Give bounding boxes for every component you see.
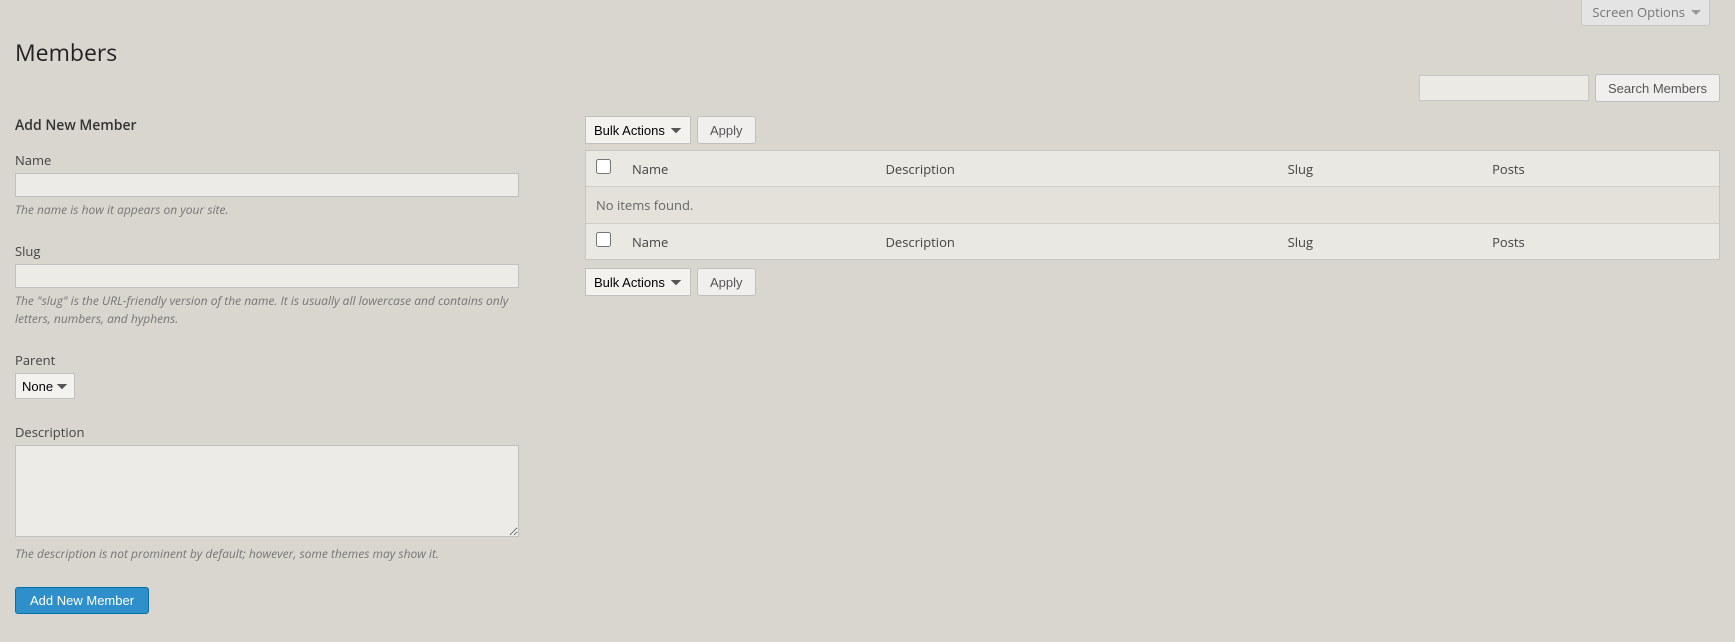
add-new-member-button[interactable]: Add New Member	[15, 587, 149, 614]
description-label: Description	[15, 423, 545, 441]
apply-button-top[interactable]: Apply	[697, 116, 756, 144]
col-description-foot[interactable]: Description	[875, 223, 1277, 259]
top-bar: Screen Options	[15, 0, 1720, 26]
search-input[interactable]	[1419, 75, 1589, 101]
parent-label: Parent	[15, 351, 545, 369]
no-items-message: No items found.	[586, 187, 1719, 223]
chevron-down-icon	[1691, 10, 1701, 15]
screen-options-label: Screen Options	[1592, 3, 1685, 21]
slug-label: Slug	[15, 242, 545, 260]
col-slug[interactable]: Slug	[1278, 151, 1482, 187]
add-new-form: Add New Member Name The name is how it a…	[15, 116, 545, 614]
field-name: Name The name is how it appears on your …	[15, 151, 545, 218]
list-column: Bulk Actions Apply Name Description Slug…	[585, 116, 1720, 296]
bulk-actions-select-top[interactable]: Bulk Actions	[585, 116, 691, 144]
page-title: Members	[15, 26, 1720, 68]
main-columns: Add New Member Name The name is how it a…	[15, 116, 1720, 614]
members-table: Name Description Slug Posts No items fou…	[585, 150, 1720, 260]
search-button[interactable]: Search Members	[1595, 74, 1720, 102]
field-description: Description The description is not promi…	[15, 423, 545, 562]
field-slug: Slug The "slug" is the URL-friendly vers…	[15, 242, 545, 327]
col-name-foot[interactable]: Name	[622, 223, 875, 259]
select-all-top-checkbox[interactable]	[596, 159, 611, 174]
name-desc: The name is how it appears on your site.	[15, 201, 545, 218]
screen-options-toggle[interactable]: Screen Options	[1581, 0, 1710, 26]
table-header-row: Name Description Slug Posts	[586, 151, 1719, 187]
description-desc: The description is not prominent by defa…	[15, 545, 545, 562]
form-heading: Add New Member	[15, 116, 545, 135]
col-slug-foot[interactable]: Slug	[1278, 223, 1482, 259]
col-name[interactable]: Name	[622, 151, 875, 187]
bulk-actions-bottom: Bulk Actions Apply	[585, 268, 1720, 296]
table-empty-row: No items found.	[586, 187, 1719, 223]
bulk-actions-top: Bulk Actions Apply	[585, 116, 1720, 144]
col-description[interactable]: Description	[875, 151, 1277, 187]
name-input[interactable]	[15, 173, 519, 197]
table-footer-row: Name Description Slug Posts	[586, 223, 1719, 259]
slug-desc: The "slug" is the URL-friendly version o…	[15, 292, 545, 327]
col-posts-foot[interactable]: Posts	[1482, 223, 1719, 259]
description-textarea[interactable]	[15, 445, 519, 537]
col-posts[interactable]: Posts	[1482, 151, 1719, 187]
select-all-bottom-checkbox[interactable]	[596, 232, 611, 247]
bulk-actions-select-bottom[interactable]: Bulk Actions	[585, 268, 691, 296]
slug-input[interactable]	[15, 264, 519, 288]
parent-select[interactable]: None	[15, 373, 75, 399]
field-parent: Parent None	[15, 351, 545, 399]
apply-button-bottom[interactable]: Apply	[697, 268, 756, 296]
name-label: Name	[15, 151, 545, 169]
search-row: Search Members	[15, 74, 1720, 102]
